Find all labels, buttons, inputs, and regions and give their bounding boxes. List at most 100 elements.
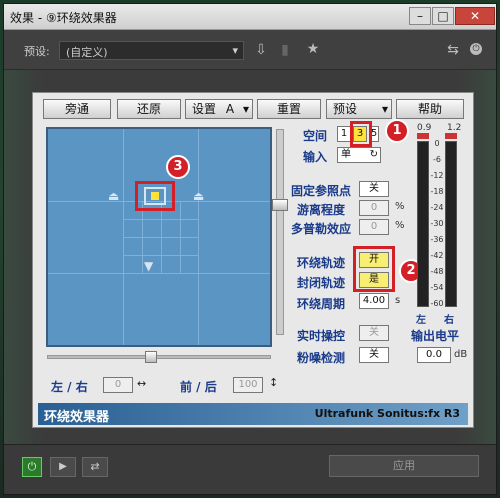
output-level-unit: dB <box>454 349 468 360</box>
effect-window: 效果 - ⑨环绕效果器 – □ ✕ 预设: (自定义) ▾ ⇩ ▮ ★ ⇆ ⏻ … <box>3 3 497 495</box>
meter-tick: -42 <box>430 251 444 260</box>
meter-tick: -60 <box>430 299 444 308</box>
meter-peak-left: 0.9 <box>417 123 432 133</box>
space-option-1[interactable]: 1 <box>337 126 351 142</box>
plugin-name: 环绕效果器 <box>44 410 110 425</box>
meter-tick: -12 <box>430 171 444 180</box>
input-value: 单 <box>341 149 351 160</box>
closed-track-label: 封闭轨迹 <box>297 276 346 290</box>
meter-peak-right: 1.2 <box>447 123 462 133</box>
close-button[interactable]: ✕ <box>455 7 495 25</box>
meter-left-label: 左 <box>416 315 426 326</box>
center-grid <box>123 201 199 274</box>
preset-select[interactable]: (自定义) ▾ <box>59 41 244 60</box>
reset-button[interactable]: 重置 <box>257 99 321 119</box>
fixed-reference-label: 固定参照点 <box>291 184 352 198</box>
realtime-label: 实时操控 <box>297 329 346 343</box>
chevron-down-icon: ▾ <box>232 44 238 57</box>
badge-1: 1 <box>385 119 409 143</box>
track-label: 环绕轨迹 <box>297 256 346 270</box>
drift-label: 游离程度 <box>297 203 346 217</box>
vertical-slider-track[interactable] <box>276 129 284 335</box>
vertical-arrow-icon: ↕ <box>269 376 279 389</box>
level-meter-left <box>417 141 429 307</box>
preset-menu-button[interactable]: 预设 ▾ <box>326 99 392 119</box>
realtime-toggle[interactable]: 关 <box>359 325 389 341</box>
input-label: 输入 <box>303 150 328 164</box>
power-toggle-icon[interactable]: ⏻ <box>22 457 42 477</box>
setting-select[interactable]: 设置 A ▾ <box>185 99 253 119</box>
minimize-button[interactable]: – <box>409 7 431 25</box>
setting-label: 设置 <box>192 102 217 116</box>
drift-field[interactable]: 0 <box>359 200 389 216</box>
plugin-footer: 环绕效果器 Ultrafunk Sonitus:fx R3 <box>38 403 468 425</box>
preset-menu-label: 预设 <box>333 102 358 116</box>
output-level-field[interactable]: 0.0 <box>417 347 451 363</box>
cycle-icon: ↻ <box>369 149 378 160</box>
peak-indicator-left <box>417 133 429 139</box>
bottom-bar: ⏻ ▶ ⇄ 应用 <box>4 444 496 494</box>
peak-indicator-right <box>445 133 457 139</box>
trash-icon[interactable]: ▮ <box>276 42 294 58</box>
doppler-label: 多普勒效应 <box>291 222 352 236</box>
left-right-field[interactable]: 0 <box>103 377 133 393</box>
highlight-box-2 <box>353 246 395 292</box>
maximize-button[interactable]: □ <box>432 7 454 25</box>
window-title: 效果 - ⑨环绕效果器 <box>10 11 117 25</box>
meter-tick: -18 <box>430 187 444 196</box>
drift-unit: % <box>395 201 405 212</box>
bypass-button[interactable]: 旁通 <box>43 99 111 119</box>
routing-icon[interactable]: ⇆ <box>444 42 462 58</box>
rear-speaker-icon: ▼ <box>144 259 154 273</box>
highlight-box-3 <box>135 181 175 211</box>
horizontal-slider-handle[interactable] <box>145 351 157 363</box>
period-label: 环绕周期 <box>297 297 346 311</box>
level-meter-right <box>445 141 457 307</box>
doppler-unit: % <box>395 220 405 231</box>
front-back-label: 前 / 后 <box>180 380 217 394</box>
left-right-label: 左 / 右 <box>51 380 88 394</box>
left-speaker-icon: ⏏ <box>108 189 120 203</box>
right-speaker-icon: ⏏ <box>193 189 205 203</box>
pink-noise-label: 粉噪检测 <box>297 351 346 365</box>
space-label: 空间 <box>303 129 328 143</box>
meter-tick: 0 <box>434 139 440 148</box>
badge-3: 3 <box>166 155 190 179</box>
meter-right-label: 右 <box>444 315 454 326</box>
fixed-reference-toggle[interactable]: 关 <box>359 181 389 197</box>
period-unit: s <box>395 295 401 306</box>
doppler-field[interactable]: 0 <box>359 219 389 235</box>
vertical-slider-handle[interactable] <box>272 199 288 211</box>
play-icon[interactable]: ▶ <box>50 457 76 477</box>
meter-tick: -36 <box>430 235 444 244</box>
plugin-panel: 旁通 还原 设置 A ▾ 重置 预设 ▾ 帮助 ⏏ ⏏ ▼ 3 左 / 右 0 … <box>32 92 474 428</box>
title-bar: 效果 - ⑨环绕效果器 – □ ✕ <box>4 4 496 30</box>
pink-noise-toggle[interactable]: 关 <box>359 347 389 363</box>
meter-tick: -54 <box>430 283 444 292</box>
power-icon[interactable]: ⏻ <box>470 43 482 55</box>
meter-tick: -6 <box>433 155 441 164</box>
preset-label: 预设: <box>24 45 50 58</box>
horizontal-slider-track[interactable] <box>47 355 271 359</box>
preset-bar: 预设: (自定义) ▾ ⇩ ▮ ★ ⇆ ⏻ <box>4 30 496 70</box>
front-back-field[interactable]: 100 <box>233 377 263 393</box>
star-icon[interactable]: ★ <box>304 41 322 57</box>
surround-position-pad[interactable]: ⏏ ⏏ ▼ 3 <box>46 127 272 347</box>
save-preset-icon[interactable]: ⇩ <box>252 42 270 58</box>
plugin-vendor: Ultrafunk Sonitus:fx R3 <box>314 407 460 420</box>
meter-tick: -30 <box>430 219 444 228</box>
restore-button[interactable]: 还原 <box>117 99 181 119</box>
input-select[interactable]: 单 ↻ <box>337 147 381 163</box>
highlight-box-1 <box>350 121 372 147</box>
period-field[interactable]: 4.00 <box>359 293 389 309</box>
loop-icon[interactable]: ⇄ <box>82 457 108 477</box>
horizontal-arrow-icon: ↔ <box>137 377 147 390</box>
meter-tick: -24 <box>430 203 444 212</box>
apply-button[interactable]: 应用 <box>329 455 479 477</box>
preset-value: (自定义) <box>66 46 108 59</box>
chevron-down-icon: ▾ <box>242 102 249 116</box>
meter-tick: -48 <box>430 267 444 276</box>
setting-value: A <box>225 102 235 116</box>
chevron-down-icon: ▾ <box>381 102 388 116</box>
help-button[interactable]: 帮助 <box>396 99 464 119</box>
